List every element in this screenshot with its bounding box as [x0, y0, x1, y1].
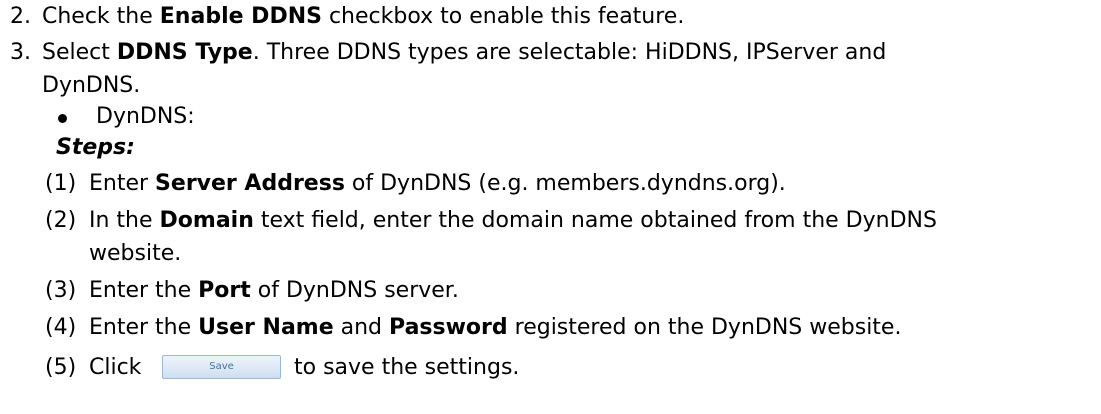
substep-text: Enter	[89, 171, 156, 196]
substep-number: (2)	[45, 208, 77, 233]
emphasis-text: Port	[198, 278, 251, 303]
emphasis-text: User Name	[198, 315, 334, 340]
step-number: 2.	[10, 4, 31, 29]
substep-2-continuation: website.	[89, 241, 182, 266]
substep-number: (5)	[45, 355, 77, 380]
emphasis-text: DDNS Type	[116, 40, 253, 65]
substep-4-text: Enter the User Name and Password registe…	[89, 314, 901, 342]
step-text: Select	[42, 40, 117, 65]
emphasis-text: Password	[389, 315, 508, 340]
substep-3-text: Enter the Port of DynDNS server.	[89, 277, 459, 305]
substep-text: text field, enter the domain name obtain…	[253, 208, 937, 233]
substep-2-text: In the Domain text field, enter the doma…	[89, 207, 937, 235]
steps-heading: Steps:	[56, 135, 135, 160]
step-text: . Three DDNS types are selectable: HiDDN…	[252, 40, 887, 65]
step-3-continuation: DynDNS.	[42, 73, 141, 98]
step-2-text: Check the Enable DDNS checkbox to enable…	[42, 3, 684, 31]
substep-text: Enter the	[89, 315, 199, 340]
substep-number: (4)	[45, 315, 77, 340]
bullet-icon	[58, 114, 67, 123]
emphasis-text: Server Address	[155, 171, 345, 196]
bullet-item-text: DynDNS:	[96, 104, 195, 129]
substep-text: registered on the DynDNS website.	[507, 315, 902, 340]
substep-text: of DynDNS server.	[250, 278, 459, 303]
substep-text: of DynDNS (e.g. members.dyndns.org).	[344, 171, 786, 196]
substep-5-click-text: Click	[89, 355, 142, 380]
save-button[interactable]: Save	[162, 355, 281, 379]
substep-5-text: to save the settings.	[294, 355, 520, 380]
substep-text: In the	[89, 208, 160, 233]
step-text: checkbox to enable this feature.	[321, 4, 685, 29]
emphasis-text: Enable DDNS	[159, 4, 322, 29]
substep-number: (3)	[45, 278, 77, 303]
emphasis-text: Domain	[159, 208, 254, 233]
substep-text: and	[333, 315, 390, 340]
step-text: Check the	[42, 4, 160, 29]
substep-text: Enter the	[89, 278, 199, 303]
substep-number: (1)	[45, 171, 77, 196]
step-3-text: Select DDNS Type. Three DDNS types are s…	[42, 39, 886, 67]
step-number: 3.	[10, 40, 31, 65]
substep-1-text: Enter Server Address of DynDNS (e.g. mem…	[89, 170, 786, 198]
